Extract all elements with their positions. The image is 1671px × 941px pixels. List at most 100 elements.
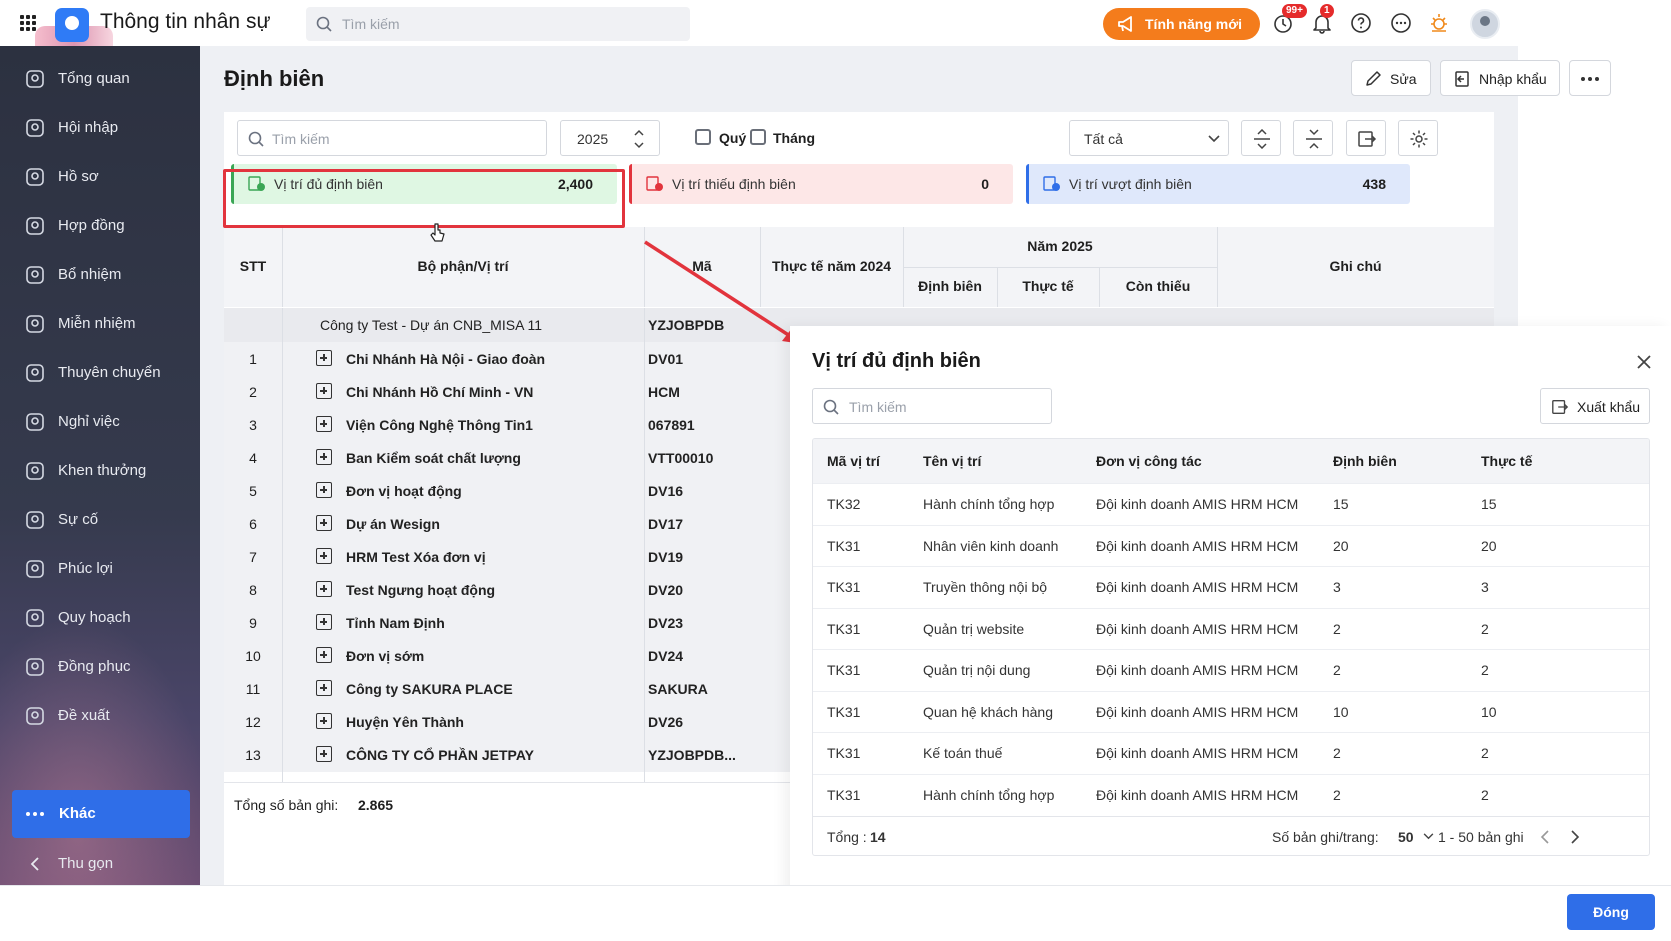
summary-card-exceed[interactable]: Vị trí vượt định biên 438 — [1026, 164, 1410, 204]
page-size-select[interactable]: 50 — [1398, 829, 1414, 845]
settings-button[interactable] — [1398, 120, 1438, 156]
expand-plus-icon[interactable] — [316, 647, 332, 663]
collapse-all-button[interactable] — [1293, 120, 1333, 156]
row-stt: 2 — [249, 384, 257, 400]
cell-position-code: TK31 — [827, 745, 861, 761]
sidebar-item[interactable]: Bổ nhiệm — [0, 249, 200, 301]
drawer-search-input[interactable]: Tìm kiếm — [812, 388, 1052, 424]
sidebar-item-label: Nghỉ việc — [58, 413, 120, 430]
highlight-annotation — [223, 169, 625, 228]
transfer-icon — [26, 364, 44, 382]
document-alert-icon — [646, 176, 663, 191]
cell-position-name: Quản trị website — [923, 620, 1025, 637]
expand-plus-icon[interactable] — [316, 383, 332, 399]
expand-plus-icon[interactable] — [316, 548, 332, 564]
drawer-table-row[interactable]: TK31 Quản trị website Đội kinh doanh AMIS … — [813, 607, 1649, 649]
month-checkbox[interactable] — [750, 129, 766, 145]
total-label: Tổng số bản ghi: — [234, 797, 339, 813]
more-actions-button[interactable] — [1569, 60, 1611, 96]
table-header: STT Bộ phận/Vị trí Mã Thực tế năm 2024 N… — [224, 227, 1494, 307]
award-icon — [26, 462, 44, 480]
drawer-table-row[interactable]: TK31 Quan hệ khách hàng Đội kinh doanh AMI… — [813, 690, 1649, 732]
new-feature-button[interactable]: Tính năng mới — [1103, 8, 1260, 40]
row-stt: 5 — [249, 483, 257, 499]
stepper-arrows-icon[interactable] — [633, 127, 645, 151]
global-search-input[interactable]: Tìm kiếm — [306, 7, 690, 41]
import-button[interactable]: Nhập khẩu — [1440, 60, 1560, 96]
sidebar-item-label: Hợp đồng — [58, 217, 125, 234]
expand-plus-icon[interactable] — [316, 416, 332, 432]
scope-select[interactable]: Tất cả — [1069, 120, 1229, 156]
cell-actual: 3 — [1481, 579, 1489, 595]
sidebar-item-more[interactable]: Khác — [12, 790, 190, 838]
expand-plus-icon[interactable] — [316, 515, 332, 531]
row-name: Chi Nhánh Hồ Chí Minh - VN — [346, 384, 534, 400]
row-stt: 3 — [249, 417, 257, 433]
cell-unit: Đội kinh doanh AMIS HRM HCM — [1096, 662, 1299, 678]
sidebar-item[interactable]: Quy hoạch — [0, 592, 200, 644]
sidebar-item[interactable]: Phúc lợi — [0, 543, 200, 595]
sidebar-item[interactable]: Hội nhập — [0, 102, 200, 154]
chevron-left-icon[interactable] — [1540, 830, 1550, 844]
sidebar-item[interactable]: Hợp đồng — [0, 200, 200, 252]
row-name: Huyện Yên Thành — [346, 714, 464, 730]
export-label: Xuất khẩu — [1577, 399, 1641, 415]
drawer-table-row[interactable]: TK31 Truyền thông nội bộ Đội kinh doanh AM… — [813, 566, 1649, 607]
expand-plus-icon[interactable] — [316, 350, 332, 366]
expand-plus-icon[interactable] — [316, 680, 332, 696]
help-icon[interactable] — [1350, 12, 1372, 34]
edit-button[interactable]: Sửa — [1351, 60, 1431, 96]
chat-icon[interactable] — [1390, 12, 1412, 34]
more-horizontal-icon — [26, 812, 44, 816]
sidebar-item[interactable]: Khen thưởng — [0, 445, 200, 497]
expand-plus-icon[interactable] — [316, 581, 332, 597]
drawer-table-row[interactable]: TK31 Kế toán thuế Đội kinh doanh AMIS HRM … — [813, 732, 1649, 773]
summary-card-missing[interactable]: Vị trí thiếu định biên 0 — [629, 164, 1013, 204]
sidebar-item[interactable]: Đồng phục — [0, 641, 200, 693]
drawer-table-row[interactable]: TK31 Hành chính tổng hợp Đội kinh doanh AM… — [813, 773, 1649, 815]
drawer-table-row[interactable]: TK31 Nhân viên kinh doanh Đội kinh doanh A… — [813, 524, 1649, 566]
close-icon[interactable] — [1636, 354, 1652, 370]
cell-actual: 2 — [1481, 620, 1489, 637]
expand-plus-icon[interactable] — [316, 746, 332, 762]
year-stepper[interactable]: 2025 — [560, 120, 660, 156]
row-code: DV17 — [648, 516, 684, 532]
table-search-input[interactable]: Tìm kiếm — [237, 120, 547, 156]
drawer-table-row[interactable]: TK32 Hành chính tổng hợp Đội kinh doanh AM… — [813, 483, 1649, 524]
user-avatar[interactable] — [1470, 9, 1500, 39]
expand-plus-icon[interactable] — [316, 482, 332, 498]
sidebar-item[interactable]: Thuyên chuyển — [0, 347, 200, 399]
expand-plus-icon[interactable] — [316, 713, 332, 729]
export-button[interactable] — [1346, 120, 1386, 156]
sidebar-item[interactable]: Nghỉ việc — [0, 396, 200, 448]
expand-plus-icon[interactable] — [316, 449, 332, 465]
chevron-right-icon[interactable] — [1570, 830, 1580, 844]
drawer-table-row[interactable]: TK31 Quản trị nội dung Đội kinh doanh AMIS… — [813, 649, 1649, 690]
chevron-down-icon[interactable] — [1423, 833, 1434, 840]
export-icon — [1358, 131, 1377, 147]
row-name: Đơn vị hoạt động — [346, 483, 462, 499]
close-drawer-button[interactable]: Đóng — [1567, 894, 1655, 930]
sidebar-item[interactable]: Sự cố — [0, 494, 200, 546]
drawer-export-button[interactable]: Xuất khẩu — [1540, 388, 1650, 424]
person-remove-icon — [26, 315, 44, 333]
expand-plus-icon[interactable] — [316, 614, 332, 630]
expand-all-button[interactable] — [1241, 120, 1281, 156]
row-name: Viện Công Nghệ Thông Tin1 — [346, 417, 533, 433]
page-size-label: Số bản ghi/trang: — [1272, 829, 1379, 845]
sun-icon[interactable] — [1428, 12, 1450, 34]
col-department: Bộ phận/Vị trí — [417, 258, 509, 274]
app-grid-icon[interactable] — [20, 15, 36, 31]
sidebar-item[interactable]: Đề xuất — [0, 690, 200, 742]
sidebar-item[interactable]: Tổng quan — [0, 53, 200, 105]
sidebar-collapse[interactable]: Thu gọn — [0, 838, 200, 885]
quarter-checkbox[interactable] — [695, 129, 711, 145]
quarter-label: Quý — [719, 130, 747, 146]
cell-unit: Đội kinh doanh AMIS HRM HCM — [1096, 745, 1299, 761]
row-code: 067891 — [648, 417, 695, 433]
sidebar-item-label: Khen thưởng — [58, 462, 147, 479]
sidebar-item[interactable]: Hồ sơ — [0, 151, 200, 203]
chevron-down-icon — [1208, 135, 1220, 143]
sidebar-item[interactable]: Miễn nhiệm — [0, 298, 200, 350]
cell-position-code: TK31 — [827, 786, 861, 803]
